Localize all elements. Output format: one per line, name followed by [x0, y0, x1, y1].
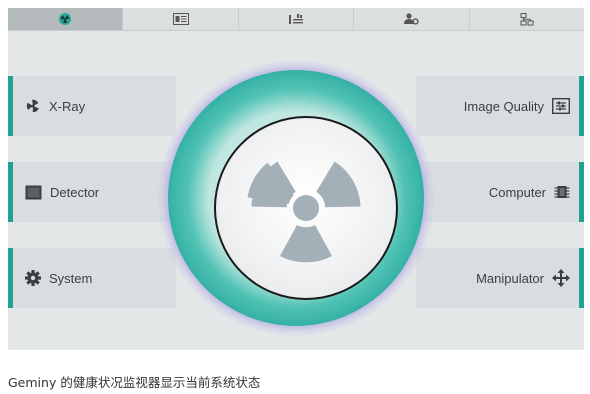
detector-monitor-icon	[25, 185, 42, 199]
tab-equalizer[interactable]	[239, 8, 355, 30]
xray-panel[interactable]: X-Ray	[8, 76, 176, 136]
system-panel[interactable]: System	[8, 248, 176, 308]
equalizer-icon	[289, 14, 304, 24]
xray-label: X-Ray	[49, 98, 86, 114]
manipulator-panel[interactable]: Manipulator	[416, 248, 584, 308]
computer-panel[interactable]: Computer	[416, 162, 584, 222]
computer-label: Computer	[488, 184, 546, 200]
radiation-symbol-icon	[247, 161, 361, 263]
tab-image-list[interactable]	[123, 8, 239, 30]
move-arrows-icon	[552, 269, 570, 287]
image-list-icon	[172, 13, 189, 25]
health-status-dial[interactable]	[158, 60, 434, 336]
tab-radiation[interactable]	[8, 8, 124, 30]
image-quality-panel[interactable]: Image Quality	[416, 76, 584, 136]
user-settings-icon	[404, 13, 420, 25]
system-label: System	[49, 270, 93, 286]
image-quality-label: Image Quality	[463, 98, 544, 114]
tab-network[interactable]	[470, 8, 584, 30]
manipulator-label: Manipulator	[476, 270, 544, 286]
figure-caption: Geminy 的健康状况监视器显示当前系统状态	[8, 375, 261, 390]
radiation-icon	[59, 13, 72, 25]
health-monitor-screen: X-Ray Detector System Image Quality Comp…	[8, 8, 584, 350]
network-icon	[520, 12, 534, 25]
dial-center	[214, 116, 398, 300]
image-quality-icon	[552, 98, 570, 114]
detector-label: Detector	[50, 184, 100, 200]
cpu-chip-icon	[554, 186, 570, 198]
xray-radiation-icon	[26, 99, 39, 113]
tab-user-settings[interactable]	[354, 8, 470, 30]
gear-icon	[25, 270, 41, 286]
tab-bar	[8, 8, 584, 31]
detector-panel[interactable]: Detector	[8, 162, 176, 222]
